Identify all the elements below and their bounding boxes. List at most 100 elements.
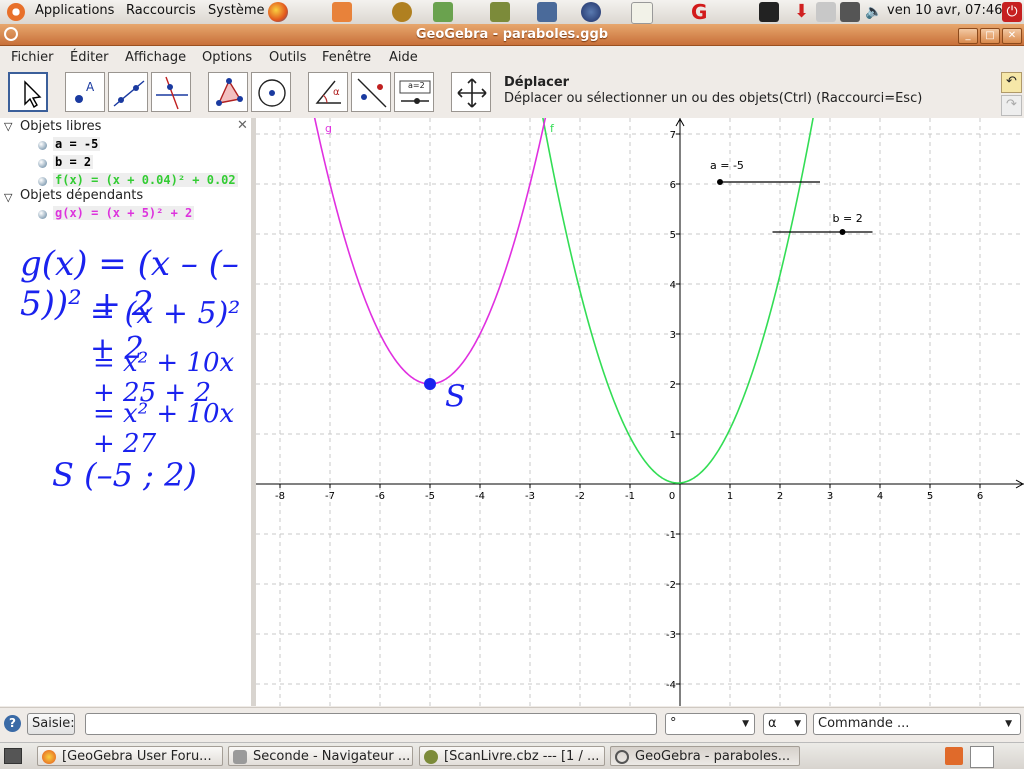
terminal-icon[interactable] <box>759 2 779 22</box>
menu-edit[interactable]: Éditer <box>70 50 109 65</box>
algebra-item-b[interactable]: b = 2 <box>53 155 94 169</box>
redo-icon[interactable]: ↷ <box>1001 95 1022 116</box>
calculator-icon[interactable] <box>537 2 557 22</box>
globe-icon[interactable] <box>581 2 601 22</box>
menu-shortcuts[interactable]: Raccourcis <box>126 3 196 18</box>
task-geogebra[interactable]: GeoGebra - paraboles... <box>610 746 800 766</box>
help-icon[interactable]: ? <box>4 715 21 732</box>
volume-icon[interactable]: 🔈 <box>865 2 885 22</box>
visibility-toggle-icon[interactable] <box>38 177 47 186</box>
menu-view[interactable]: Affichage <box>125 50 186 65</box>
power-icon[interactable]: ⏻ <box>1002 2 1022 22</box>
x-tick-label: -3 <box>525 491 535 502</box>
menu-applications[interactable]: Applications <box>35 3 114 18</box>
x-tick-label: 4 <box>877 491 883 502</box>
collapse-dependent-icon[interactable]: ▽ <box>4 191 12 204</box>
algebra-item-g[interactable]: g(x) = (x + 5)² + 2 <box>53 206 195 220</box>
curve-f[interactable] <box>539 101 817 484</box>
menu-tools[interactable]: Outils <box>269 50 307 65</box>
collapse-free-icon[interactable]: ▽ <box>4 120 12 133</box>
close-algebra-icon[interactable]: ✕ <box>237 118 248 133</box>
x-tick-label: 5 <box>927 491 933 502</box>
alpha-select[interactable]: α ▼ <box>763 713 807 735</box>
vertex-point-s[interactable] <box>424 378 436 390</box>
x-tick-label: 1 <box>727 491 733 502</box>
circle-icon <box>258 79 286 107</box>
angle-tool-button[interactable]: α <box>308 72 348 112</box>
move-view-tool-button[interactable] <box>451 72 491 112</box>
notepad-icon[interactable] <box>631 2 653 24</box>
minimize-button[interactable]: _ <box>958 28 978 44</box>
visibility-toggle-icon[interactable] <box>38 210 47 219</box>
geogebra-window-icon <box>615 750 629 764</box>
reflect-tool-button[interactable] <box>351 72 391 112</box>
undo-icon[interactable]: ↶ <box>1001 72 1022 93</box>
book-icon[interactable] <box>490 2 510 22</box>
algebra-view: ▽ Objets libres ✕ a = -5 b = 2 f(x) = (x… <box>0 118 252 706</box>
input-field[interactable] <box>85 713 657 735</box>
task-file-browser[interactable]: Seconde - Navigateur ... <box>228 746 413 766</box>
svg-text:α: α <box>333 87 340 98</box>
visibility-toggle-icon[interactable] <box>38 159 47 168</box>
geogebra-launcher-icon[interactable]: G <box>691 2 711 22</box>
y-tick-label: -2 <box>666 580 676 591</box>
y-tick-label: -3 <box>666 630 676 641</box>
task-label: [ScanLivre.cbz --- [1 / ... <box>444 749 600 764</box>
menu-file[interactable]: Fichier <box>11 50 54 65</box>
close-button[interactable]: ✕ <box>1002 28 1022 44</box>
eye-icon[interactable] <box>392 2 412 22</box>
degree-select[interactable]: ° ▼ <box>665 713 755 735</box>
ubuntu-logo-icon[interactable] <box>7 3 25 21</box>
slider-a-handle[interactable] <box>717 179 723 185</box>
slider-icon <box>399 80 431 104</box>
network-icon[interactable] <box>840 2 860 22</box>
toolbar: A α a=2 Déplacer Déplacer ou sélectionne… <box>0 69 1024 119</box>
line-icon <box>113 80 145 107</box>
menu-options[interactable]: Options <box>202 50 252 65</box>
point-tool-button[interactable]: A <box>65 72 105 112</box>
input-label-button[interactable]: Saisie: <box>27 713 75 735</box>
chart-app-icon[interactable] <box>433 2 453 22</box>
download-icon[interactable]: ⬇ <box>794 2 814 22</box>
circle-tool-button[interactable] <box>251 72 291 112</box>
perpendicular-tool-button[interactable] <box>151 72 191 112</box>
command-select[interactable]: Commande ... ▼ <box>813 713 1021 735</box>
move-tool-button[interactable] <box>8 72 48 112</box>
slider-b-handle[interactable] <box>839 229 846 235</box>
x-tick-label: -2 <box>575 491 585 502</box>
y-tick-label: -4 <box>666 680 676 691</box>
algebra-item-f[interactable]: f(x) = (x + 0.04)² + 0.02 <box>53 173 238 187</box>
y-tick-label: 2 <box>670 380 676 391</box>
trash-icon[interactable] <box>945 747 963 765</box>
task-comic-viewer[interactable]: [ScanLivre.cbz --- [1 / ... <box>419 746 605 766</box>
x-tick-label: -7 <box>325 491 335 502</box>
window-titlebar[interactable]: GeoGebra - paraboles.ggb <box>0 24 1024 46</box>
algebra-item-a[interactable]: a = -5 <box>53 137 101 151</box>
maximize-button[interactable]: □ <box>980 28 1000 44</box>
menu-system[interactable]: Système <box>208 3 264 18</box>
slider-tool-button[interactable]: a=2 <box>394 72 434 112</box>
polygon-tool-button[interactable] <box>208 72 248 112</box>
handwritten-line-5: S (–5 ; 2) <box>52 456 197 494</box>
reflect-icon <box>357 78 387 108</box>
taskbar: [GeoGebra User Foru... Seconde - Navigat… <box>0 742 1024 769</box>
menu-help[interactable]: Aide <box>389 50 418 65</box>
clock[interactable]: ven 10 avr, 07:46 <box>887 3 1002 18</box>
printer-icon[interactable] <box>816 2 836 22</box>
degree-value: ° <box>670 716 677 731</box>
show-desktop-icon[interactable] <box>4 748 22 764</box>
curve-f-label: f <box>550 122 555 135</box>
line-tool-button[interactable] <box>108 72 148 112</box>
move-graphics-icon <box>457 78 487 108</box>
menu-window[interactable]: Fenêtre <box>322 50 371 65</box>
graphics-canvas[interactable]: -8 -7 -6 -5 -4 -3 -2 -1 0 1 2 3 4 5 6 7 6 5 4 3 2 1 -1 -2 -3 -4 g f… <box>256 100 1024 706</box>
graphics-view[interactable]: -8 -7 -6 -5 -4 -3 -2 -1 0 1 2 3 4 5 6 7 6 5 4 3 2 1 -1 -2 -3 -4 g f… <box>256 100 1024 706</box>
task-firefox-forum[interactable]: [GeoGebra User Foru... <box>37 746 223 766</box>
home-folder-icon[interactable] <box>332 2 352 22</box>
visibility-toggle-icon[interactable] <box>38 141 47 150</box>
firefox-icon[interactable] <box>268 2 288 22</box>
task-label: Seconde - Navigateur ... <box>253 749 411 764</box>
workspace-switcher[interactable] <box>970 746 994 768</box>
handwritten-line-4: = x² + 10x + 27 <box>93 399 235 459</box>
y-tick-label: 6 <box>670 180 676 191</box>
